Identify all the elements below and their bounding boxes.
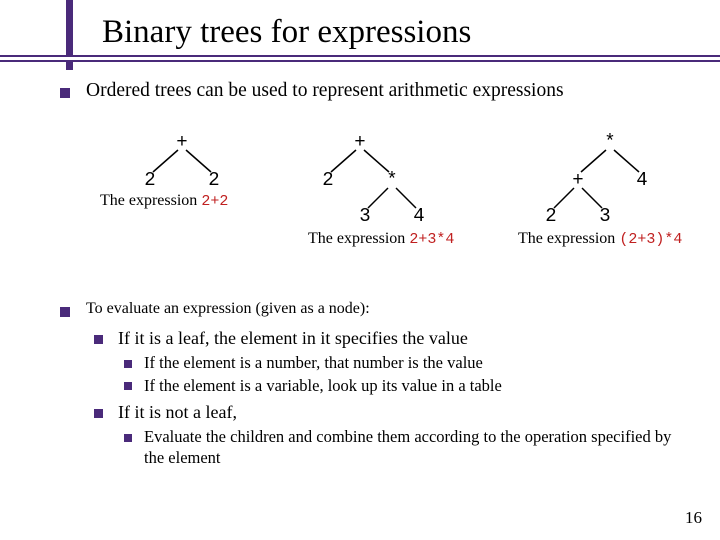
tree3-left-right: 3 <box>595 205 615 227</box>
tree1-caption-pre: The expression <box>100 192 201 209</box>
bullet-evaluate: To evaluate an expression (given as a no… <box>60 300 680 318</box>
bullet-leaf-number: If the element is a number, that number … <box>124 353 680 374</box>
header-rule-top <box>0 55 720 57</box>
tree2-caption-expr: 2+3*4 <box>409 231 454 248</box>
tree3-caption-pre: The expression <box>518 230 619 247</box>
tree2-right: * <box>382 169 402 191</box>
slide-title: Binary trees for expressions <box>102 14 471 51</box>
bullet-leaf-variable: If the element is a variable, look up it… <box>124 376 680 397</box>
bullet-not-leaf: If it is not a leaf, <box>94 402 680 423</box>
tree3-left: + <box>568 169 588 191</box>
header-tick-lower <box>66 60 73 70</box>
tree1-caption: The expression 2+2 <box>100 192 228 210</box>
tree-diagrams: + 2 2 The expression 2+2 + 2 * 3 4 The e… <box>60 130 700 280</box>
tree3-right: 4 <box>632 169 652 191</box>
tree3-left-left: 2 <box>541 205 561 227</box>
page-number: 16 <box>685 508 702 528</box>
content-area: Ordered trees can be used to represent a… <box>60 80 690 112</box>
tree3-caption: The expression (2+3)*4 <box>518 230 682 248</box>
tree1-root: + <box>172 131 192 153</box>
tree3-root: * <box>600 131 620 153</box>
bullet-leaf: If it is a leaf, the element in it speci… <box>94 328 680 349</box>
tree2-left: 2 <box>318 169 338 191</box>
header-tick-upper <box>66 0 73 55</box>
tree2-caption-pre: The expression <box>308 230 409 247</box>
tree-2plus3times4: + 2 * 3 4 The expression 2+3*4 <box>300 130 460 260</box>
eval-section: To evaluate an expression (given as a no… <box>60 300 680 471</box>
tree1-left: 2 <box>140 169 160 191</box>
bullet-ordered-trees: Ordered trees can be used to represent a… <box>60 80 690 102</box>
tree2-root: + <box>350 131 370 153</box>
tree2-caption: The expression 2+3*4 <box>308 230 454 248</box>
tree3-caption-expr: (2+3)*4 <box>619 231 682 248</box>
tree1-caption-expr: 2+2 <box>201 193 228 210</box>
header-rule-bottom <box>0 60 720 62</box>
tree-2plus2: + 2 2 The expression 2+2 <box>120 130 240 240</box>
bullet-combine: Evaluate the children and combine them a… <box>124 427 680 468</box>
tree2-right-right: 4 <box>409 205 429 227</box>
tree1-right: 2 <box>204 169 224 191</box>
tree-paren2plus3-times4: * + 4 2 3 The expression (2+3)*4 <box>520 130 680 260</box>
tree2-right-left: 3 <box>355 205 375 227</box>
